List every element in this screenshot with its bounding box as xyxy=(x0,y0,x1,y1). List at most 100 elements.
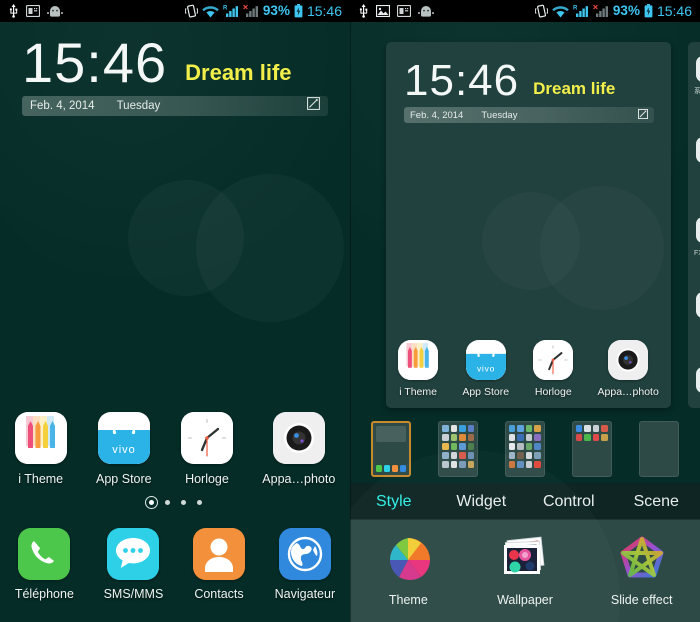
vibrate-icon xyxy=(184,4,198,18)
wallpaper-photos-icon xyxy=(499,536,551,585)
option-slide-effect[interactable]: Slide effect xyxy=(583,536,700,607)
clock-widget[interactable]: 15:46 Dream life Feb. 4, 2014 Tuesday xyxy=(22,31,328,116)
app-icon-horloge[interactable]: Horloge xyxy=(180,412,233,486)
dock-label: Téléphone xyxy=(14,587,74,601)
page-dot[interactable] xyxy=(180,500,186,505)
tab-scene[interactable]: Scene xyxy=(613,493,700,511)
home-app-row: i Theme vivo App Store Horloge Appa…phot… xyxy=(0,412,350,486)
status-bar-left-icons xyxy=(4,4,63,18)
thumb-app-grid xyxy=(575,425,608,473)
next-page-preview-card[interactable]: 系 FX xyxy=(688,42,700,408)
battery-percent-label: 93% xyxy=(612,3,640,18)
app-icon-app-store[interactable]: vivo App Store xyxy=(96,412,152,486)
panel-divider xyxy=(350,22,351,622)
preview-circle-large xyxy=(540,186,664,310)
preview-app-label: Horloge xyxy=(534,386,572,398)
app-label: Appa…photo xyxy=(262,472,336,486)
style-options-bar: Theme Wallpaper Slide effect xyxy=(350,520,700,622)
status-bar-editor: R 93% 15:46 xyxy=(350,0,700,22)
battery-charging-icon xyxy=(644,4,653,18)
status-bar-left-icons xyxy=(354,4,434,18)
option-label: Slide effect xyxy=(610,592,673,607)
status-bar-right-icons: R 93% 15:46 xyxy=(184,3,346,19)
status-bar: R 93% 15:46 xyxy=(0,0,350,22)
preview-clock-date-bar[interactable]: Feb. 4, 2014 Tuesday xyxy=(404,107,654,123)
option-label: Wallpaper xyxy=(497,592,553,607)
clock-slogan: Dream life xyxy=(185,60,292,85)
clock-weekday: Tuesday xyxy=(116,100,161,112)
status-bar-clock: 15:46 xyxy=(656,3,692,19)
preview-app-app-store[interactable]: vivo App Store xyxy=(462,340,509,398)
battery-charging-icon xyxy=(294,4,303,18)
next-page-app-icon[interactable] xyxy=(696,292,700,318)
page-thumbnail-4[interactable] xyxy=(571,421,612,477)
svg-text:R: R xyxy=(223,6,228,12)
edit-pencil-icon[interactable] xyxy=(307,97,320,115)
dock-label: SMS/MMS xyxy=(103,587,164,601)
preview-app-i-theme[interactable]: i Theme xyxy=(398,340,439,398)
preview-app-label: i Theme xyxy=(399,386,437,398)
app-icon-camera[interactable]: Appa…photo xyxy=(262,412,335,486)
page-indicator-dots xyxy=(0,496,350,509)
theme-palette-icon xyxy=(383,536,433,585)
preview-clock-time: 15:46 xyxy=(404,56,520,105)
signal-roaming-icon: R xyxy=(573,6,588,17)
wifi-icon xyxy=(202,5,219,17)
option-theme[interactable]: Theme xyxy=(350,536,467,607)
signal-no-service-icon xyxy=(593,4,608,17)
screenshot-root: R 93% 15:46 15:46 Dream life Feb. 4, 201… xyxy=(0,0,700,622)
sim-card-icon xyxy=(26,5,40,17)
page-dot-active[interactable] xyxy=(144,496,158,509)
next-page-app-label: FX xyxy=(694,250,700,257)
preview-clock-slogan: Dream life xyxy=(533,79,616,98)
next-page-app-icon[interactable] xyxy=(696,367,700,393)
option-wallpaper[interactable]: Wallpaper xyxy=(467,536,584,607)
android-robot-icon xyxy=(47,5,63,17)
next-page-app-label: 系 xyxy=(694,88,700,95)
wallpaper-circle-small xyxy=(128,180,244,296)
page-dot[interactable] xyxy=(196,500,202,505)
clock-date: Feb. 4, 2014 xyxy=(30,100,95,112)
preview-app-camera[interactable]: Appa…photo xyxy=(598,340,659,398)
app-label: Horloge xyxy=(185,472,229,486)
status-bar-clock: 15:46 xyxy=(306,3,342,19)
next-page-app-icon[interactable] xyxy=(696,137,700,163)
next-page-app-icon[interactable] xyxy=(696,217,700,243)
signal-no-service-icon xyxy=(243,4,258,17)
page-thumbnail-5[interactable] xyxy=(638,421,679,477)
battery-percent-label: 93% xyxy=(262,3,290,18)
preview-app-horloge[interactable]: Horloge xyxy=(533,340,574,398)
preview-clock-weekday: Tuesday xyxy=(481,109,518,121)
status-bar-right-icons: R 93% 15:46 xyxy=(534,3,696,19)
preview-clock-widget[interactable]: 15:46 Dream life Feb. 4, 2014 Tuesday xyxy=(404,56,654,123)
home-dock: Téléphone SMS/MMS Contacts Navigateur xyxy=(0,528,350,601)
preview-edit-pencil-icon[interactable] xyxy=(638,106,649,124)
dock-label: Contacts xyxy=(194,587,244,601)
usb-icon xyxy=(359,4,368,18)
wallpaper-circle-large xyxy=(196,174,344,322)
home-screen-panel: R 93% 15:46 15:46 Dream life Feb. 4, 201… xyxy=(0,0,350,622)
thumb-widget-block xyxy=(376,426,407,442)
dock-icon-contacts[interactable]: Contacts xyxy=(192,528,245,601)
wifi-icon xyxy=(552,5,569,17)
preview-app-label: Appa…photo xyxy=(597,386,659,398)
next-page-app-icon[interactable] xyxy=(696,56,700,82)
dock-icon-navigateur[interactable]: Navigateur xyxy=(275,528,335,601)
home-page-preview-card[interactable]: 15:46 Dream life Feb. 4, 2014 Tuesday i … xyxy=(386,42,671,408)
page-dot[interactable] xyxy=(164,500,170,505)
clock-date-bar[interactable]: Feb. 4, 2014 Tuesday xyxy=(22,96,328,116)
svg-text:vivo: vivo xyxy=(112,444,136,456)
sim-card-icon xyxy=(397,5,411,17)
signal-roaming-icon: R xyxy=(223,6,238,17)
preview-app-label: App Store xyxy=(462,386,510,398)
clock-time: 15:46 xyxy=(22,31,168,94)
slide-effect-star-icon xyxy=(617,536,667,585)
dock-icon-sms[interactable]: SMS/MMS xyxy=(103,528,164,601)
app-label: i Theme xyxy=(18,472,64,486)
app-label: App Store xyxy=(96,472,152,486)
dock-label: Navigateur xyxy=(274,587,336,601)
vibrate-icon xyxy=(534,4,548,18)
dock-icon-telephone[interactable]: Téléphone xyxy=(15,528,74,601)
svg-text:vivo: vivo xyxy=(477,364,495,374)
app-icon-i-theme[interactable]: i Theme xyxy=(14,412,67,486)
